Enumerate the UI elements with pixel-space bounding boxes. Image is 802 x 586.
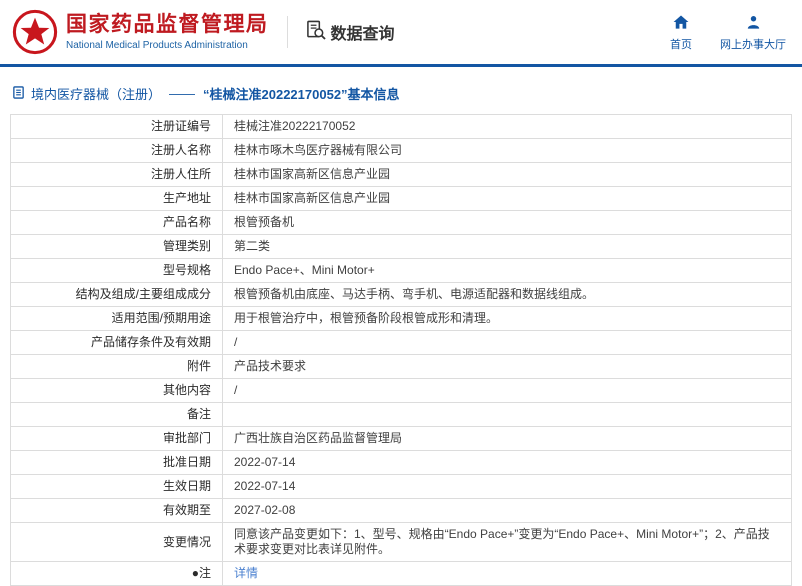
table-row: 批准日期 2022-07-14 xyxy=(10,450,792,475)
table-row: 型号规格 Endo Pace+、Mini Motor+ xyxy=(10,258,792,283)
nav-service-hall-label: 网上办事大厅 xyxy=(720,38,786,51)
data-query-label: 数据查询 xyxy=(330,26,395,43)
row-value: / xyxy=(222,378,792,403)
row-value: Endo Pace+、Mini Motor+ xyxy=(222,258,792,283)
row-value: 用于根管治疗中，根管预备阶段根管成形和清理。 xyxy=(222,306,792,331)
registration-info-table: 注册证编号 桂械注准20222170052 注册人名称 桂林市啄木鸟医疗器械有限… xyxy=(10,114,792,586)
data-query-icon xyxy=(306,20,326,45)
row-label: 变更情况 xyxy=(10,522,223,562)
row-label: 注册人住所 xyxy=(10,162,223,187)
row-value: 桂林市啄木鸟医疗器械有限公司 xyxy=(222,138,792,163)
row-label: 管理类别 xyxy=(10,234,223,259)
site-header: 国家药品监督管理局 National Medical Products Admi… xyxy=(0,0,802,64)
detail-link[interactable]: 详情 xyxy=(234,566,258,580)
row-label: 注册证编号 xyxy=(10,114,223,139)
row-label: 型号规格 xyxy=(10,258,223,283)
table-row: 附件 产品技术要求 xyxy=(10,354,792,379)
table-row: 生产地址 桂林市国家高新区信息产业园 xyxy=(10,186,792,211)
row-value: / xyxy=(222,330,792,355)
nav-data-query[interactable]: 数据查询 xyxy=(306,20,395,45)
row-label: 附件 xyxy=(10,354,223,379)
document-icon xyxy=(12,85,25,102)
table-row: 变更情况 同意该产品变更如下：1、型号、规格由“Endo Pace+”变更为“E… xyxy=(10,522,792,562)
row-value: 广西壮族自治区药品监督管理局 xyxy=(222,426,792,451)
agency-title-block: 国家药品监督管理局 National Medical Products Admi… xyxy=(66,13,269,51)
table-row: 有效期至 2027-02-08 xyxy=(10,498,792,523)
table-row: 审批部门 广西壮族自治区药品监督管理局 xyxy=(10,426,792,451)
row-value: 第二类 xyxy=(222,234,792,259)
row-value: 桂械注准20222170052 xyxy=(222,114,792,139)
nmpa-emblem-icon xyxy=(12,9,58,55)
row-value: 桂林市国家高新区信息产业园 xyxy=(222,186,792,211)
row-value: 根管预备机 xyxy=(222,210,792,235)
person-icon xyxy=(746,15,761,32)
header-brand: 国家药品监督管理局 National Medical Products Admi… xyxy=(12,9,395,55)
header-divider xyxy=(286,16,288,48)
table-row: 备注 xyxy=(10,402,792,427)
table-row: 适用范围/预期用途 用于根管治疗中，根管预备阶段根管成形和清理。 xyxy=(10,306,792,331)
table-row: 产品名称 根管预备机 xyxy=(10,210,792,235)
table-row: 产品储存条件及有效期 / xyxy=(10,330,792,355)
table-row: 管理类别 第二类 xyxy=(10,234,792,259)
table-row: 其他内容 / xyxy=(10,378,792,403)
row-label: 批准日期 xyxy=(10,450,223,475)
row-label: 结构及组成/主要组成成分 xyxy=(10,282,223,307)
nav-home[interactable]: 首页 xyxy=(670,14,692,52)
header-separator-line xyxy=(0,64,802,67)
row-value xyxy=(222,402,792,427)
row-label: 生产地址 xyxy=(10,186,223,211)
row-label: 其他内容 xyxy=(10,378,223,403)
row-label: 有效期至 xyxy=(10,498,223,523)
breadcrumb-section[interactable]: 境内医疗器械（注册） xyxy=(31,84,161,103)
row-value: 桂林市国家高新区信息产业园 xyxy=(222,162,792,187)
nav-service-hall[interactable]: 网上办事大厅 xyxy=(720,15,786,52)
table-row: 注册证编号 桂械注准20222170052 xyxy=(10,114,792,139)
breadcrumb-separator: —— xyxy=(169,86,196,101)
row-label: 备注 xyxy=(10,402,223,427)
nav-home-label: 首页 xyxy=(670,38,692,51)
agency-name-cn: 国家药品监督管理局 xyxy=(66,12,269,36)
row-value: 2022-07-14 xyxy=(222,474,792,499)
row-label: 适用范围/预期用途 xyxy=(10,306,223,331)
page-title: “桂械注准20222170052”基本信息 xyxy=(203,87,400,102)
table-row: 注册人住所 桂林市国家高新区信息产业园 xyxy=(10,162,792,187)
row-value: 产品技术要求 xyxy=(222,354,792,379)
breadcrumb: 境内医疗器械（注册） —— “桂械注准20222170052”基本信息 xyxy=(12,84,802,103)
table-row: ●注 详情 xyxy=(10,561,792,586)
row-label: 注册人名称 xyxy=(10,138,223,163)
header-nav: 首页 网上办事大厅 xyxy=(670,13,786,52)
row-label: 审批部门 xyxy=(10,426,223,451)
table-row: 注册人名称 桂林市啄木鸟医疗器械有限公司 xyxy=(10,138,792,163)
row-value: 详情 xyxy=(222,561,792,586)
home-icon xyxy=(673,14,689,32)
row-value: 根管预备机由底座、马达手柄、弯手机、电源适配器和数据线组成。 xyxy=(222,282,792,307)
table-row: 结构及组成/主要组成成分 根管预备机由底座、马达手柄、弯手机、电源适配器和数据线… xyxy=(10,282,792,307)
row-label: 生效日期 xyxy=(10,474,223,499)
row-label: 产品名称 xyxy=(10,210,223,235)
table-row: 生效日期 2022-07-14 xyxy=(10,474,792,499)
agency-name-en: National Medical Products Administration xyxy=(66,40,248,52)
row-value: 同意该产品变更如下：1、型号、规格由“Endo Pace+”变更为“Endo P… xyxy=(222,522,792,562)
row-label: ●注 xyxy=(10,561,223,586)
row-label: 产品储存条件及有效期 xyxy=(10,330,223,355)
row-value: 2022-07-14 xyxy=(222,450,792,475)
row-value: 2027-02-08 xyxy=(222,498,792,523)
